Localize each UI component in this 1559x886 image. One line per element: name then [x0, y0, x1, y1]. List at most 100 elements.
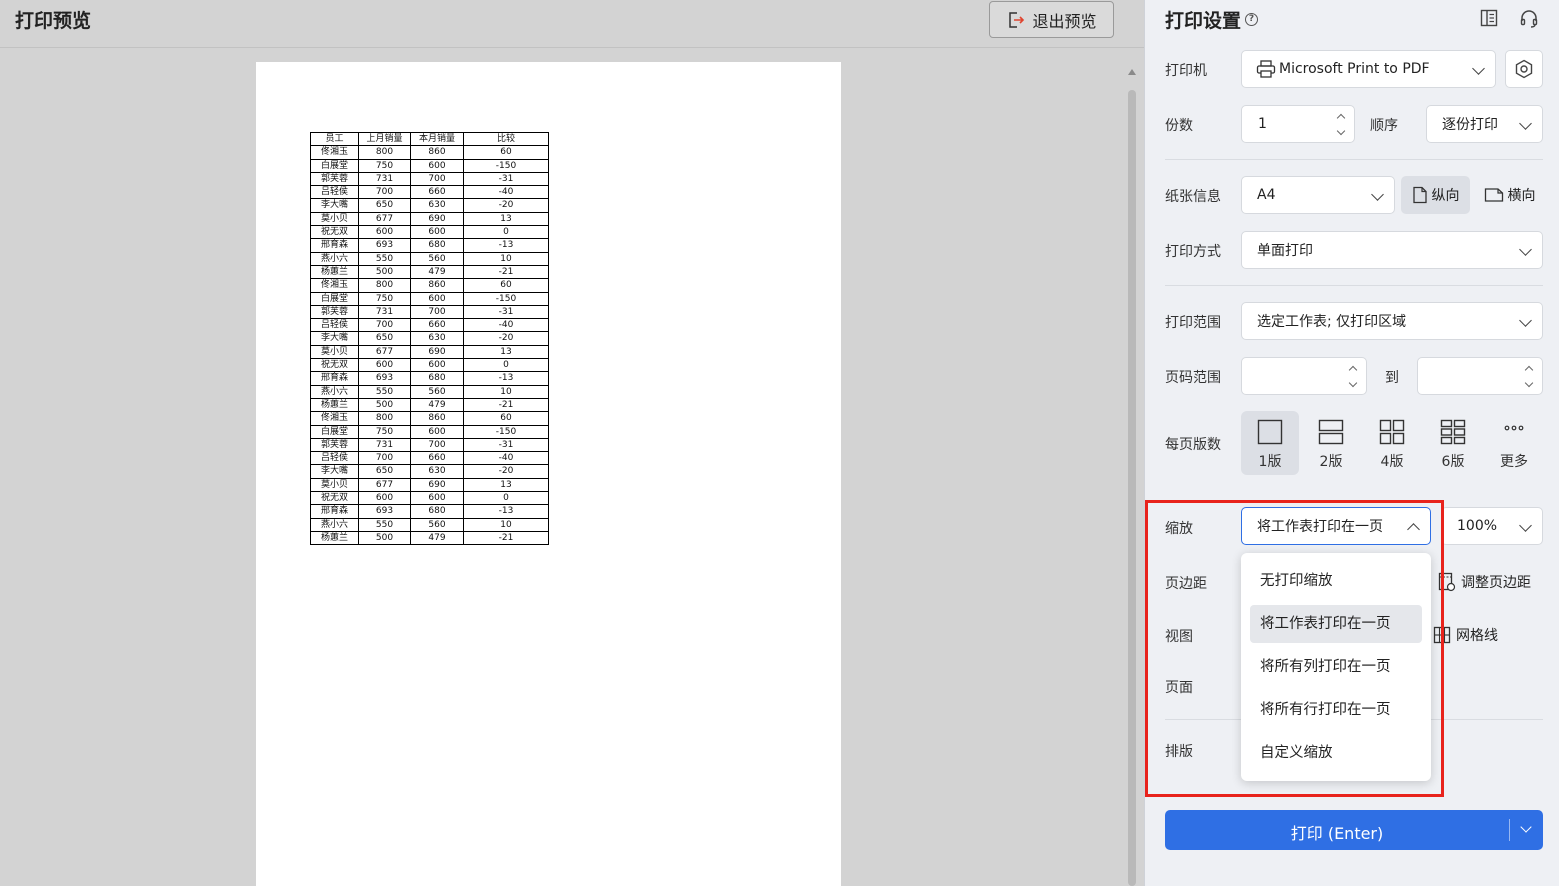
portrait-button[interactable]: 纵向 — [1401, 176, 1470, 214]
table-cell: -13 — [463, 238, 549, 253]
copies-stepper[interactable]: 1 — [1241, 105, 1355, 143]
printer-properties-button[interactable] — [1505, 50, 1543, 88]
table-cell: 731 — [358, 437, 411, 453]
highlight-annotation — [1145, 500, 1444, 797]
column-header: 本月销量 — [410, 131, 464, 147]
table-cell: 吕轻侯 — [310, 318, 359, 333]
table-cell: 杨蕙兰 — [310, 397, 359, 413]
exit-icon — [1009, 11, 1025, 28]
headset-icon[interactable] — [1519, 9, 1539, 29]
table-row: 祝无双 600 600 0 — [310, 225, 549, 240]
scale-percent-select[interactable]: 100% — [1441, 507, 1543, 545]
pages-per-sheet-more[interactable]: 更多 — [1485, 411, 1543, 475]
print-mode-value: 单面打印 — [1257, 243, 1313, 259]
exit-preview-label: 退出预览 — [1032, 11, 1097, 31]
preview-scrollbar[interactable] — [1126, 65, 1138, 886]
table-cell: 佟湘玉 — [310, 145, 359, 160]
table-row: 佟湘玉 800 860 60 — [310, 278, 549, 293]
table-cell: 杨蕙兰 — [310, 530, 359, 546]
table-cell: 600 — [410, 225, 464, 240]
pages-option-label: 更多 — [1500, 454, 1528, 470]
column-header: 比较 — [463, 131, 549, 147]
table-cell: 邢育森 — [310, 238, 359, 253]
table-row: 杨蕙兰 500 479 -21 — [310, 264, 549, 280]
table-row: 杨蕙兰 500 479 -21 — [310, 397, 549, 413]
table-cell: -13 — [463, 504, 549, 519]
order-select[interactable]: 逐份打印 — [1426, 105, 1543, 143]
table-cell: 731 — [358, 171, 411, 187]
printer-select[interactable]: Microsoft Print to PDF — [1241, 50, 1496, 88]
scrollbar-thumb[interactable] — [1128, 90, 1136, 886]
table-cell: -40 — [463, 185, 549, 200]
pages-per-sheet-6[interactable]: 6版 — [1424, 411, 1482, 475]
stepper-arrows[interactable] — [1348, 364, 1358, 390]
table-row: 燕小六 550 560 10 — [310, 517, 549, 532]
table-cell: 650 — [358, 331, 411, 346]
table-cell: 60 — [463, 411, 549, 426]
table-cell: 李大嘴 — [310, 198, 359, 213]
scroll-up-arrow[interactable] — [1128, 69, 1136, 75]
table-row: 邢育森 693 680 -13 — [310, 371, 549, 386]
table-row: 莫小贝 677 690 13 — [310, 344, 549, 360]
table-cell: 10 — [463, 384, 549, 399]
pages-per-sheet-2[interactable]: 2版 — [1302, 411, 1360, 475]
table-cell: 600 — [358, 358, 411, 373]
help-icon[interactable]: ? — [1245, 13, 1259, 26]
table-cell: 白展堂 — [310, 158, 359, 173]
table-row: 佟湘玉 800 860 60 — [310, 411, 549, 426]
table-cell: 630 — [410, 331, 464, 346]
landscape-button[interactable]: 横向 — [1476, 176, 1543, 214]
table-cell: 13 — [463, 477, 549, 493]
more-icon — [1504, 425, 1524, 431]
table-cell: 10 — [463, 517, 549, 532]
layout-icon[interactable] — [1480, 9, 1498, 27]
table-cell: 60 — [463, 145, 549, 160]
table-cell: 燕小六 — [310, 517, 359, 532]
two-page-icon — [1318, 419, 1344, 445]
table-cell: 660 — [410, 318, 464, 333]
table-row: 郭芙蓉 731 700 -31 — [310, 171, 549, 187]
pages-per-sheet-4[interactable]: 4版 — [1363, 411, 1421, 475]
table-row: 莫小贝 677 690 13 — [310, 477, 549, 493]
table-cell: 莫小贝 — [310, 477, 359, 493]
print-button[interactable]: 打印 (Enter) — [1165, 810, 1543, 850]
table-cell: 650 — [358, 464, 411, 479]
page-range-from-input[interactable] — [1241, 357, 1367, 395]
printer-icon — [1256, 60, 1276, 78]
table-cell: 白展堂 — [310, 291, 359, 306]
print-options-dropdown[interactable] — [1510, 810, 1543, 850]
table-cell: 680 — [410, 238, 464, 253]
print-mode-select[interactable]: 单面打印 — [1241, 231, 1543, 269]
paper-label: 纸张信息 — [1165, 189, 1221, 205]
divider — [1165, 285, 1543, 286]
table-header-row: 员工 上月销量 本月销量 比较 — [310, 131, 549, 147]
order-value: 逐份打印 — [1442, 117, 1498, 133]
paper-size-select[interactable]: A4 — [1241, 176, 1395, 214]
one-page-icon — [1257, 419, 1283, 445]
table-cell: 500 — [358, 530, 411, 546]
page-range-to-input[interactable] — [1417, 357, 1543, 395]
table-cell: 630 — [410, 198, 464, 213]
table-row: 郭芙蓉 731 700 -31 — [310, 304, 549, 320]
adjust-margin-label: 调整页边距 — [1461, 575, 1531, 591]
table-cell: 13 — [463, 344, 549, 360]
adjust-margin-button[interactable]: 调整页边距 — [1438, 572, 1531, 592]
table-cell: 500 — [358, 264, 411, 280]
chevron-down-icon — [1520, 821, 1532, 833]
stepper-arrows[interactable] — [1524, 364, 1534, 390]
divider — [1165, 159, 1543, 160]
pages-per-sheet-1[interactable]: 1版 — [1241, 411, 1299, 475]
table-cell: -21 — [463, 264, 549, 280]
table-cell: 祝无双 — [310, 491, 359, 506]
table-row: 李大嘴 650 630 -20 — [310, 198, 549, 213]
pages-per-sheet-label: 每页版数 — [1165, 437, 1221, 453]
table-row: 李大嘴 650 630 -20 — [310, 464, 549, 479]
table-cell: -20 — [463, 464, 549, 479]
exit-preview-button[interactable]: 退出预览 — [989, 1, 1114, 38]
table-cell: 祝无双 — [310, 225, 359, 240]
table-cell: 邢育森 — [310, 504, 359, 519]
stepper-arrows[interactable] — [1336, 112, 1346, 138]
print-range-select[interactable]: 选定工作表; 仅打印区域 — [1241, 302, 1543, 340]
table-cell: -40 — [463, 451, 549, 466]
table-cell: 白展堂 — [310, 424, 359, 439]
